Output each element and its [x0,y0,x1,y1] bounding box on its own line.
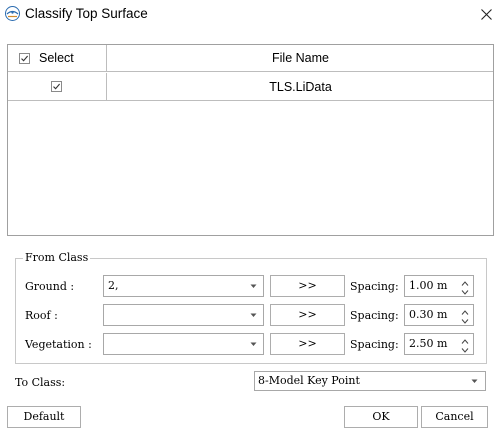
roof-spacing-label: Spacing: [350,309,399,322]
to-class-value: 8-Model Key Point [258,374,360,387]
table-row[interactable]: TLS.LiData [8,73,493,101]
ground-label: Ground : [25,280,75,293]
spin-down-button[interactable] [458,286,472,296]
roof-class-select[interactable] [103,304,264,326]
select-cell [8,73,107,101]
ok-button[interactable]: OK [344,406,418,428]
checkmark-icon [21,55,29,62]
ground-select-button[interactable]: >> [270,275,345,297]
vegetation-spacing-label: Spacing: [350,338,399,351]
spin-down-button[interactable] [458,344,472,354]
window-title: Classify Top Surface [25,6,148,21]
select-column-header[interactable]: Select [8,45,107,72]
file-name-column-header[interactable]: File Name [108,45,493,72]
chevron-down-icon [250,342,257,346]
spin-down-button[interactable] [458,315,472,325]
close-button[interactable] [475,2,497,26]
vegetation-label: Vegetation : [25,338,92,351]
chevron-down-icon [250,284,257,288]
row-checkbox[interactable] [51,81,62,92]
to-class-label: To Class: [15,376,66,389]
roof-spacing-value: 0.30 m [409,308,448,321]
chevron-down-icon [250,313,257,317]
select-all-checkbox[interactable] [19,53,30,64]
chevron-down-icon [461,319,469,324]
lidar-app-icon [5,6,20,21]
ground-spacing-spinbox[interactable]: 1.00 m [404,275,474,297]
vegetation-select-button[interactable]: >> [270,333,345,355]
file-name-cell: TLS.LiData [269,80,332,94]
ground-class-select[interactable]: 2, [103,275,264,297]
ground-spacing-label: Spacing: [350,280,399,293]
chevron-down-icon [461,348,469,353]
file-table[interactable]: Select File Name TLS.LiData [7,44,494,236]
cancel-button[interactable]: Cancel [421,406,488,428]
roof-label: Roof : [25,309,58,322]
close-icon [480,8,492,20]
default-button[interactable]: Default [7,406,81,428]
vegetation-spacing-spinbox[interactable]: 2.50 m [404,333,474,355]
select-header-label: Select [39,51,74,65]
roof-spacing-spinbox[interactable]: 0.30 m [404,304,474,326]
ground-class-value: 2, [108,279,119,292]
table-header: Select File Name [8,45,493,72]
from-class-group-title: From Class [23,251,91,264]
chevron-down-icon [471,379,478,383]
vegetation-class-select[interactable] [103,333,264,355]
ground-spacing-value: 1.00 m [409,279,448,292]
checkmark-icon [53,83,61,90]
vegetation-spacing-value: 2.50 m [409,337,448,350]
to-class-select[interactable]: 8-Model Key Point [254,371,486,391]
title-bar: Classify Top Surface [0,0,501,30]
chevron-down-icon [461,290,469,295]
roof-select-button[interactable]: >> [270,304,345,326]
